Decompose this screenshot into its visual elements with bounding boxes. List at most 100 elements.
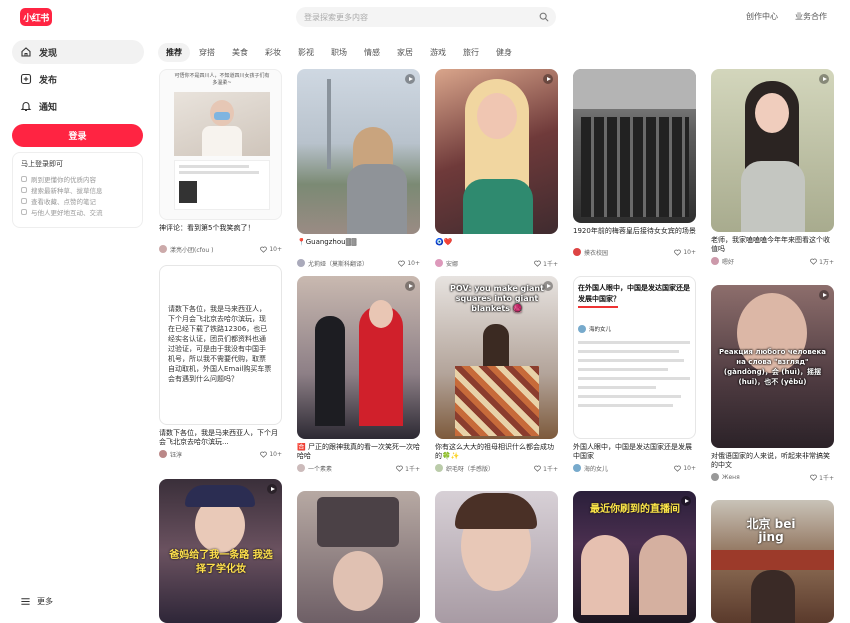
more-menu-button[interactable]: 更多 [20,596,53,607]
card-title[interactable]: 你有这么大大的祖母相识什么都会成功的🍀✨ [435,443,558,461]
tab-travel[interactable]: 旅行 [455,43,487,62]
avatar[interactable] [573,464,581,472]
feed-card[interactable] [297,491,420,623]
like-button[interactable]: 1千+ [534,464,558,473]
tab-fitness[interactable]: 健身 [488,43,520,62]
like-button[interactable]: 10+ [674,249,696,256]
like-button[interactable]: 1千+ [534,259,558,268]
card-title[interactable]: 1920年前的梅蓉皇后接待女女宾的场景 [573,227,696,245]
card-image[interactable]: 在外国人眼中，中国是发达国家还是发展中国家？ 海的女儿 [573,276,696,439]
author-name[interactable]: 尤莉娅（莫斯科翻译） [308,259,398,268]
tab-games[interactable]: 游戏 [422,43,454,62]
card-image[interactable]: 可悟你不是四川人，不知道四川女孩子们有多温柔~ [159,69,282,220]
like-button[interactable]: 10+ [398,260,420,267]
app-logo[interactable]: 小红书 [20,8,52,26]
tab-home[interactable]: 家居 [389,43,421,62]
tab-makeup[interactable]: 彩妆 [257,43,289,62]
feed-card[interactable]: 最近你刷到的直播间 [573,491,696,623]
avatar[interactable] [159,245,167,253]
card-title[interactable]: 神评论：看到第5个我笑疯了！ [159,224,282,242]
author-name[interactable]: 钰淳 [170,450,260,459]
card-image[interactable]: 最近你刷到的直播间 [573,491,696,623]
avatar[interactable] [711,473,719,481]
card-title[interactable]: 🧿❤️ [435,238,558,256]
search-input[interactable] [304,12,524,22]
like-button[interactable]: 1万+ [810,257,834,266]
creator-center-link[interactable]: 创作中心 [746,11,778,22]
card-title[interactable]: 老师，我家嗑嗑嗑今年年来图看这个收值吗 [711,236,834,254]
sidebar-item-discover[interactable]: 发现 [12,40,144,64]
feed-card[interactable]: 在外国人眼中，中国是发达国家还是发展中国家？ 海的女儿 外国人眼中，中国是发达国… [573,276,696,473]
card-image[interactable]: 爸妈给了我一条路 我选择了学化妆 [159,479,282,623]
search-icon[interactable] [539,12,549,22]
feed-card[interactable]: 请数下各位，我是马来西亚人，下个月会飞北京去哈尔滨玩，现在已经下载了铁路1230… [159,265,282,459]
like-button[interactable]: 10+ [260,246,282,253]
sidebar-item-notifications[interactable]: 通知 [12,94,144,118]
more-label: 更多 [37,597,53,606]
author-name[interactable]: 一个素素 [308,464,396,473]
avatar[interactable] [435,464,443,472]
author-name[interactable]: 织毛呀（手感版） [446,464,534,473]
author-name[interactable]: 海的女儿 [584,464,674,473]
like-button[interactable]: 10+ [260,451,282,458]
author-name[interactable]: 摸衣校园 [584,248,674,257]
feed-card[interactable]: POV: you make giant squares into giant b… [435,276,558,473]
avatar[interactable] [435,259,443,267]
author-name[interactable]: 嗯好 [722,257,810,266]
card-image[interactable] [297,69,420,234]
author-name[interactable]: 安娜 [446,259,534,268]
search-bar[interactable] [296,7,556,27]
tab-emotion[interactable]: 情感 [356,43,388,62]
avatar[interactable] [297,464,305,472]
play-icon [819,290,829,300]
card-image[interactable]: Реакция любого человека на слова "взгляд… [711,285,834,448]
tab-workplace[interactable]: 职场 [323,43,355,62]
play-icon [543,281,553,291]
tab-recommend[interactable]: 推荐 [158,42,190,62]
feed-card[interactable]: 1920年前的梅蓉皇后接待女女宾的场景 摸衣校园 10+ [573,69,696,257]
card-image[interactable]: 北京 bei jing [711,500,834,623]
card-image[interactable]: 请数下各位，我是马来西亚人，下个月会飞北京去哈尔滨玩，现在已经下载了铁路1230… [159,265,282,425]
heart-icon [810,258,817,265]
feed-card[interactable]: 🧿❤️ 安娜 1千+ [435,69,558,268]
like-button[interactable]: 10+ [674,465,696,472]
feed-card[interactable]: Реакция любого человека на слова "взгляд… [711,285,834,482]
tab-movies[interactable]: 影视 [290,43,322,62]
author-name[interactable]: 漾亮小团(cfou ) [170,245,260,254]
feed-card[interactable]: 🈴 尸正的跟神我真的看一次笑死一次哈哈哈 一个素素 1千+ [297,276,420,473]
tab-food[interactable]: 美食 [224,43,256,62]
feed-card[interactable]: 老师，我家嗑嗑嗑今年年来图看这个收值吗 嗯好 1万+ [711,69,834,266]
avatar[interactable] [159,450,167,458]
card-title[interactable]: 📍Guangzhou🀫🀫 [297,238,420,256]
avatar[interactable] [297,259,305,267]
feed-card[interactable]: 📍Guangzhou🀫🀫 尤莉娅（莫斯科翻译） 10+ [297,69,420,268]
play-icon [681,496,691,506]
card-title[interactable]: 🈴 尸正的跟神我真的看一次笑死一次哈哈哈 [297,443,420,461]
like-button[interactable]: 1千+ [810,473,834,482]
business-link[interactable]: 业务合作 [795,11,827,22]
card-meta: 钰淳 10+ [159,449,282,459]
feed-card[interactable]: 爸妈给了我一条路 我选择了学化妆 [159,479,282,623]
card-image[interactable] [573,69,696,223]
sidebar-item-label: 发布 [39,75,58,86]
login-button[interactable]: 登录 [12,124,143,147]
card-image[interactable]: POV: you make giant squares into giant b… [435,276,558,439]
avatar[interactable] [573,248,581,256]
card-image[interactable] [297,276,420,439]
card-image[interactable] [711,69,834,232]
avatar[interactable] [711,257,719,265]
card-image[interactable] [435,69,558,234]
card-image[interactable] [435,491,558,623]
card-title[interactable]: 请数下各位，我是马来西亚人，下个月会飞北京去哈尔滨玩... [159,429,282,447]
sidebar-item-publish[interactable]: 发布 [12,67,144,91]
like-button[interactable]: 1千+ [396,464,420,473]
card-title[interactable]: 对俄语国家的人来说，听起来非常搞笑的中文 [711,452,834,470]
feed-card[interactable]: 北京 bei jing [711,500,834,623]
feed-card[interactable] [435,491,558,623]
card-image[interactable] [297,491,420,623]
feed-card[interactable]: 可悟你不是四川人，不知道四川女孩子们有多温柔~ 神评论：看到第5个我笑疯了！ 漾… [159,69,282,254]
tab-outfits[interactable]: 穿搭 [191,43,223,62]
author-name[interactable]: Женя [722,474,810,481]
photo-placeholder [174,92,270,156]
card-title[interactable]: 外国人眼中，中国是发达国家还是发展中国家 [573,443,696,461]
